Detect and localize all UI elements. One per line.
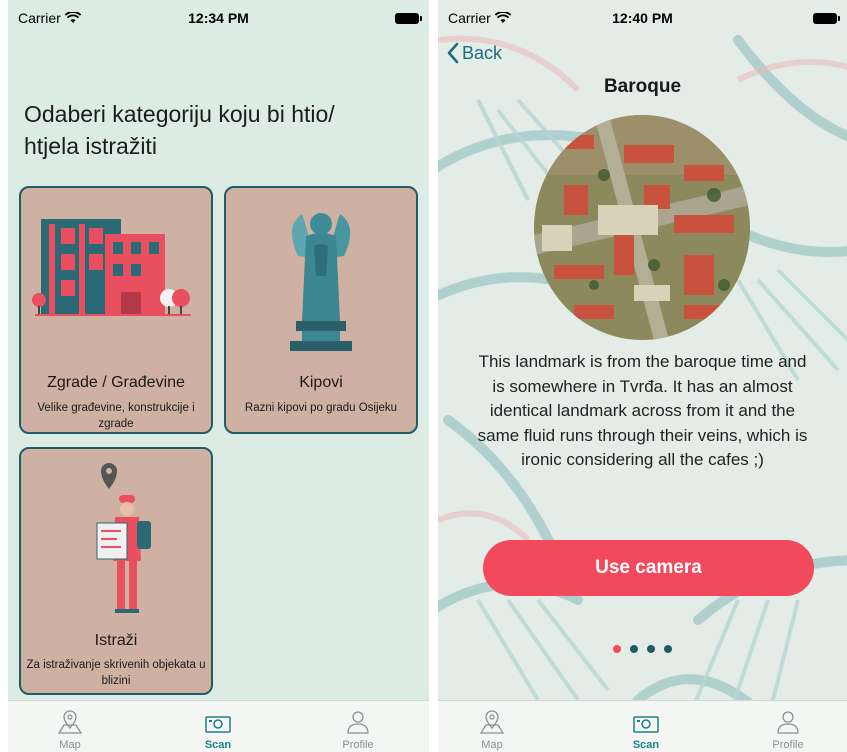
tab-label: Profile xyxy=(342,739,374,751)
card-subtitle: Velike građevine, konstrukcije i zgrade xyxy=(37,402,195,430)
card-title: Kipovi xyxy=(299,374,343,391)
chevron-left-icon xyxy=(447,42,459,64)
page-heading: Odaberi kategoriju koju bi htio/ htjela … xyxy=(24,101,335,159)
tab-profile[interactable]: Profile xyxy=(308,705,408,751)
tab-map[interactable]: Map xyxy=(442,705,542,751)
page-title: Baroque xyxy=(603,76,682,97)
back-label: Back xyxy=(462,42,503,63)
page-dot-2[interactable] xyxy=(630,645,638,653)
battery-icon xyxy=(813,13,840,24)
statue-illustration xyxy=(290,213,352,351)
card-subtitle: Za istraživanje skrivenih objekata u bli… xyxy=(26,659,206,687)
page-indicator[interactable] xyxy=(438,645,847,653)
tab-profile[interactable]: Profile xyxy=(738,705,838,751)
page-dot-3[interactable] xyxy=(647,645,655,653)
card-title: Istraži xyxy=(94,632,138,649)
battery-icon xyxy=(395,13,422,24)
category-card-buildings[interactable]: Zgrade / Građevine Velike građevine, kon… xyxy=(19,186,213,434)
profile-icon xyxy=(347,711,369,734)
tab-bar: Map Scan Profile xyxy=(438,700,847,752)
category-card-statues[interactable]: Kipovi Razni kipovi po gradu Osijeku xyxy=(224,186,418,434)
status-bar: Carrier 12:40 PM xyxy=(438,0,847,34)
status-bar: Carrier 12:34 PM xyxy=(8,0,429,34)
building-illustration xyxy=(32,219,191,316)
scan-icon xyxy=(633,716,659,733)
status-time: 12:40 PM xyxy=(612,10,673,26)
scan-icon xyxy=(205,716,231,733)
tab-scan[interactable]: Scan xyxy=(596,705,696,751)
page-dot-4[interactable] xyxy=(664,645,672,653)
categories-screen: Carrier 12:34 PM Odaberi kategoriju koju… xyxy=(8,0,429,752)
card-subtitle: Razni kipovi po gradu Osijeku xyxy=(244,402,398,414)
tab-label: Map xyxy=(59,739,81,751)
explorer-illustration xyxy=(96,463,151,613)
tab-label: Scan xyxy=(632,739,660,751)
tab-label: Profile xyxy=(772,739,804,751)
aerial-town-image xyxy=(534,115,750,340)
category-card-explore[interactable]: Istraži Za istraživanje skrivenih objeka… xyxy=(19,447,213,695)
landmark-detail-screen: Carrier 12:40 PM Back Baroque This landm… xyxy=(438,0,847,752)
use-camera-button[interactable]: Use camera xyxy=(483,540,814,596)
tab-label: Scan xyxy=(204,739,232,751)
landmark-photo xyxy=(534,115,750,340)
tab-bar: Map Scan Profile xyxy=(8,700,429,752)
card-title: Zgrade / Građevine xyxy=(47,374,185,391)
map-pin-icon xyxy=(57,710,83,734)
tab-label: Map xyxy=(481,739,503,751)
tab-map[interactable]: Map xyxy=(20,705,120,751)
map-pin-icon xyxy=(479,710,505,734)
landmark-description: This landmark is from the baroque time a… xyxy=(477,352,808,469)
profile-icon xyxy=(777,711,799,734)
tab-scan[interactable]: Scan xyxy=(168,705,268,751)
page-dot-1[interactable] xyxy=(613,645,621,653)
status-time: 12:34 PM xyxy=(188,10,249,26)
back-button[interactable]: Back xyxy=(446,42,502,64)
